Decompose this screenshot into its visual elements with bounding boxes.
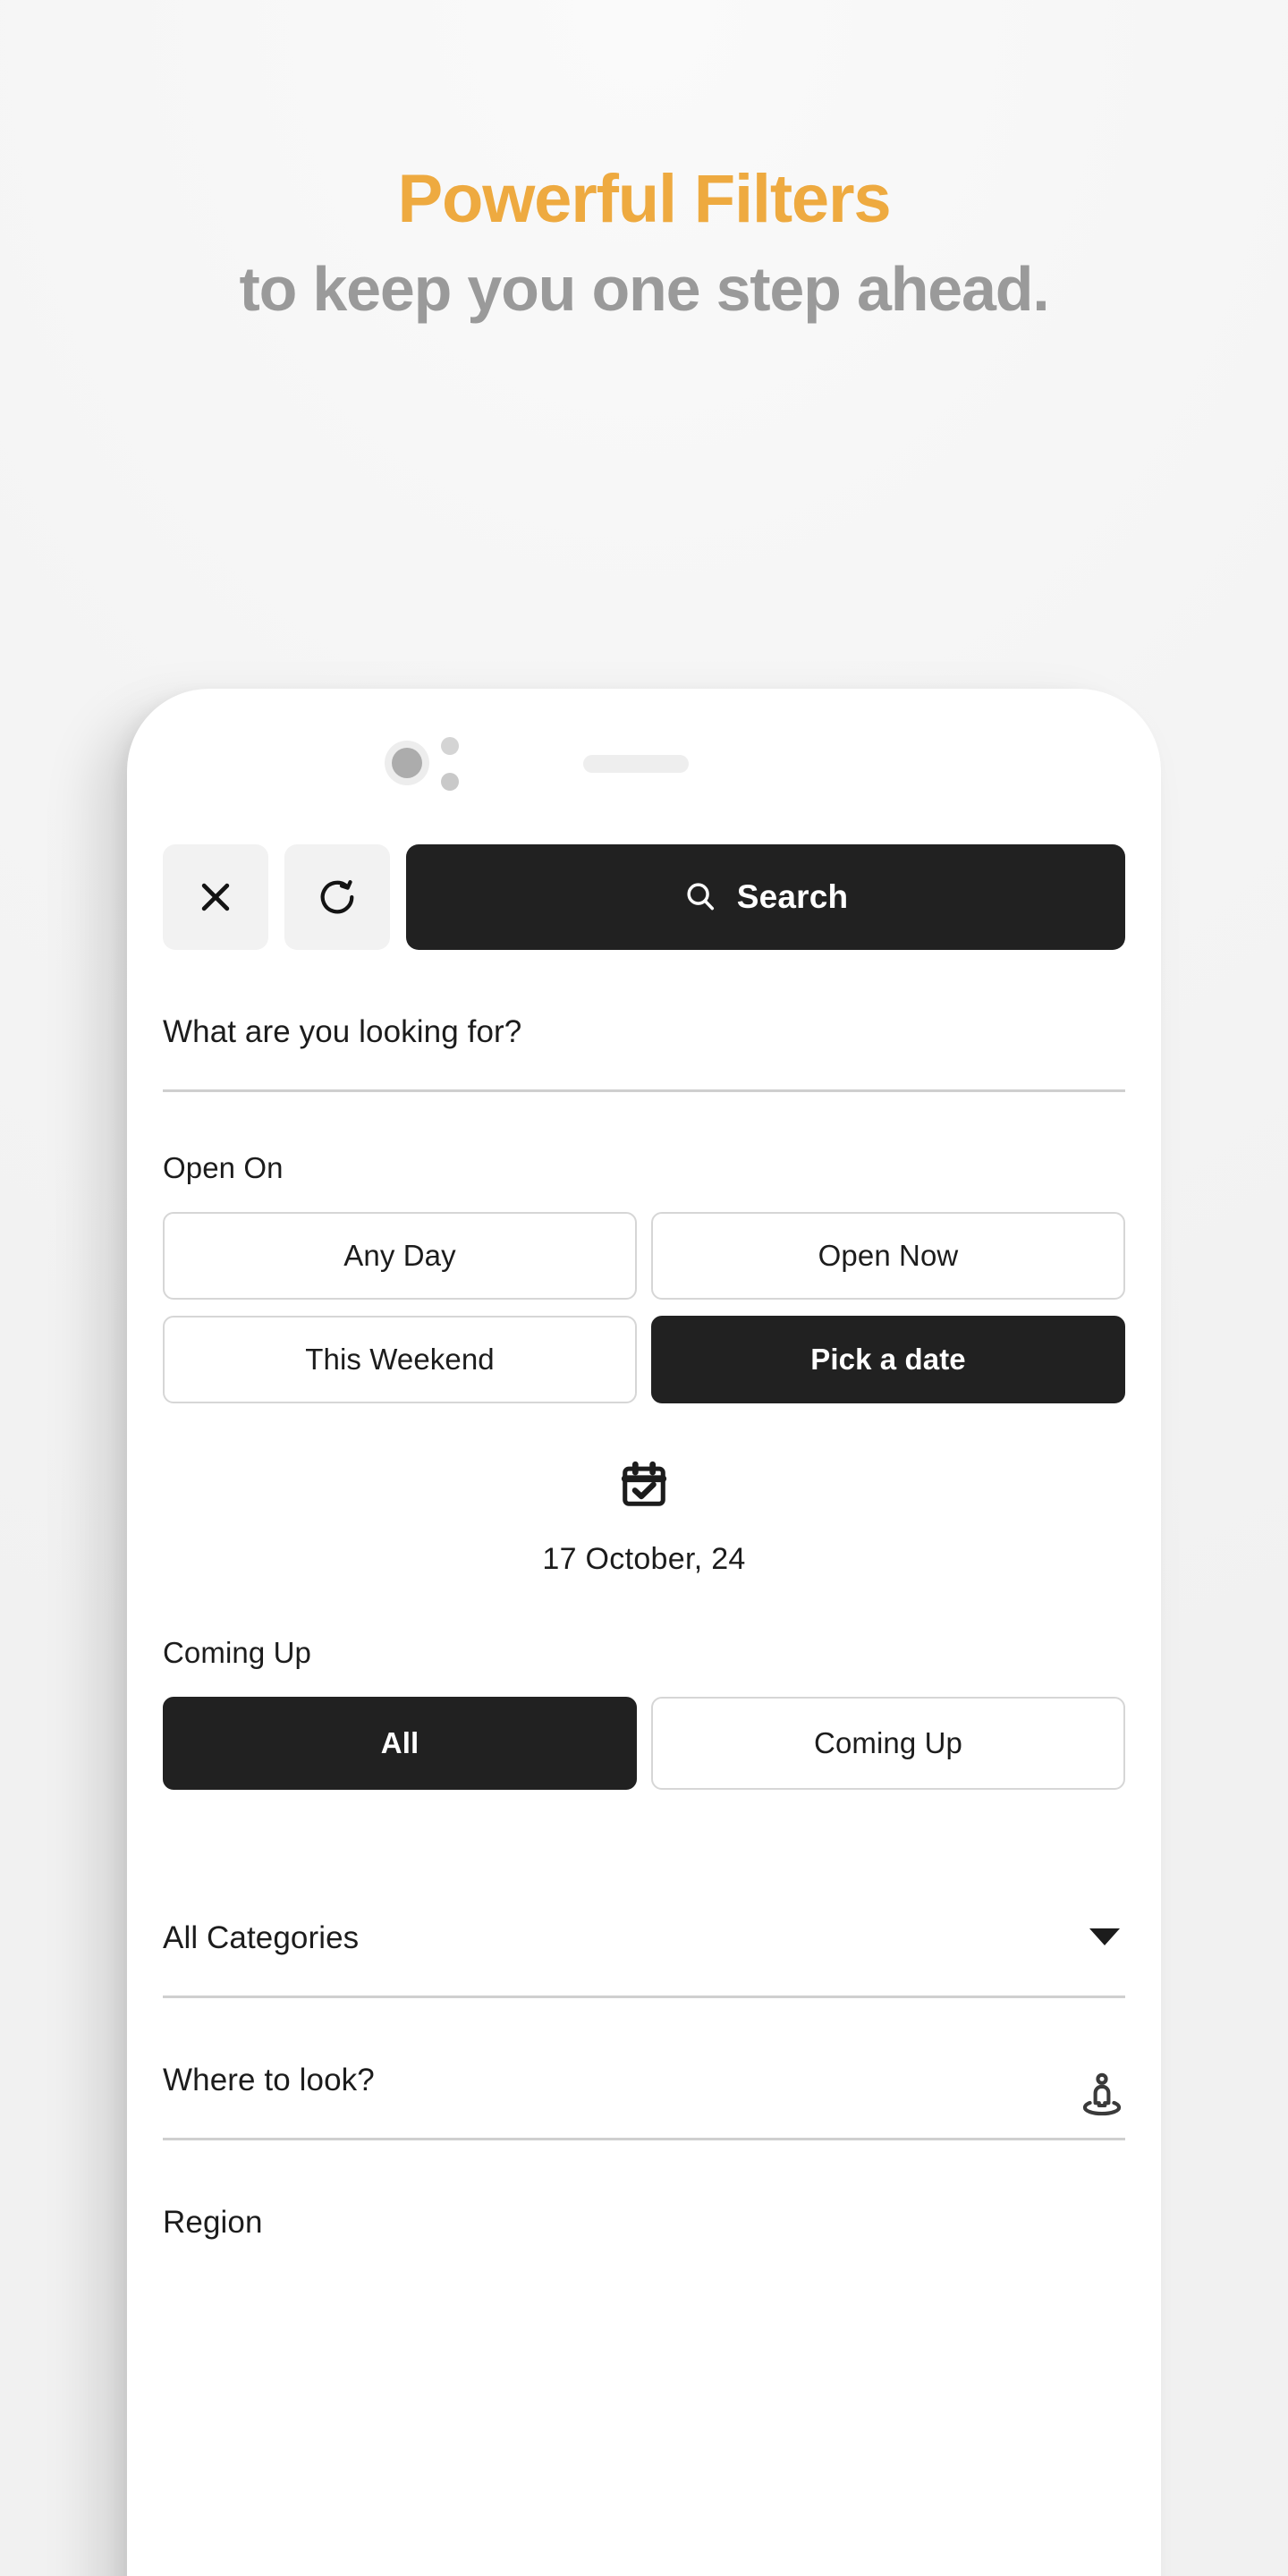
where-field-underline: [163, 2138, 1125, 2140]
phone-mockup: Search What are you looking for? Open On…: [127, 689, 1161, 2576]
open-on-option-any-day[interactable]: Any Day: [163, 1212, 637, 1300]
where-field-group: Where to look?: [163, 2063, 1125, 2140]
selected-date-text: 17 October, 24: [542, 1542, 746, 1576]
categories-value: All Categories: [163, 1920, 360, 1955]
open-on-option-pick-a-date[interactable]: Pick a date: [651, 1316, 1125, 1403]
categories-field-group[interactable]: All Categories: [163, 1920, 1125, 1998]
open-on-option-open-now[interactable]: Open Now: [651, 1212, 1125, 1300]
reset-filters-button[interactable]: [284, 844, 390, 950]
sensor-dot-lower: [441, 773, 459, 791]
coming-up-options: All Coming Up: [163, 1697, 1125, 1790]
coming-up-label: Coming Up: [163, 1636, 311, 1669]
search-button[interactable]: Search: [406, 844, 1125, 950]
earpiece-speaker: [583, 755, 689, 773]
headline-block: Powerful Filters to keep you one step ah…: [0, 165, 1288, 327]
front-camera-icon: [385, 741, 429, 785]
chevron-down-icon: [1089, 1928, 1125, 1970]
search-button-label: Search: [736, 878, 849, 915]
query-field-underline: [163, 1089, 1125, 1092]
categories-field-underline: [163, 1996, 1125, 1998]
headline-secondary: to keep you one step ahead.: [239, 254, 1049, 324]
current-location-icon[interactable]: [1079, 2071, 1125, 2131]
headline-primary: Powerful Filters: [397, 161, 892, 237]
camera-lens: [392, 748, 422, 778]
query-field-group: What are you looking for?: [163, 1014, 1125, 1092]
region-field-group[interactable]: Region: [163, 2205, 1125, 2280]
refresh-icon: [317, 877, 358, 918]
close-button[interactable]: [163, 844, 268, 950]
open-on-option-this-weekend[interactable]: This Weekend: [163, 1316, 637, 1403]
close-icon: [196, 877, 235, 917]
device-bezel: [127, 732, 1161, 805]
selected-date-block[interactable]: 17 October, 24: [163, 1459, 1125, 1577]
query-input[interactable]: What are you looking for?: [163, 1014, 1125, 1089]
coming-up-option-all[interactable]: All: [163, 1697, 637, 1790]
region-label: Region: [163, 2205, 263, 2240]
coming-up-option-coming-up[interactable]: Coming Up: [651, 1697, 1125, 1790]
filter-toolbar: Search: [163, 830, 1125, 950]
app-screen: Search What are you looking for? Open On…: [127, 830, 1161, 2576]
sensor-dot-upper: [441, 737, 459, 755]
open-on-options: Any Day Open Now This Weekend Pick a dat…: [163, 1212, 1125, 1403]
where-input[interactable]: Where to look?: [163, 2063, 375, 2138]
open-on-label: Open On: [163, 1151, 284, 1184]
calendar-check-icon: [618, 1459, 670, 1515]
search-icon: [683, 879, 717, 916]
